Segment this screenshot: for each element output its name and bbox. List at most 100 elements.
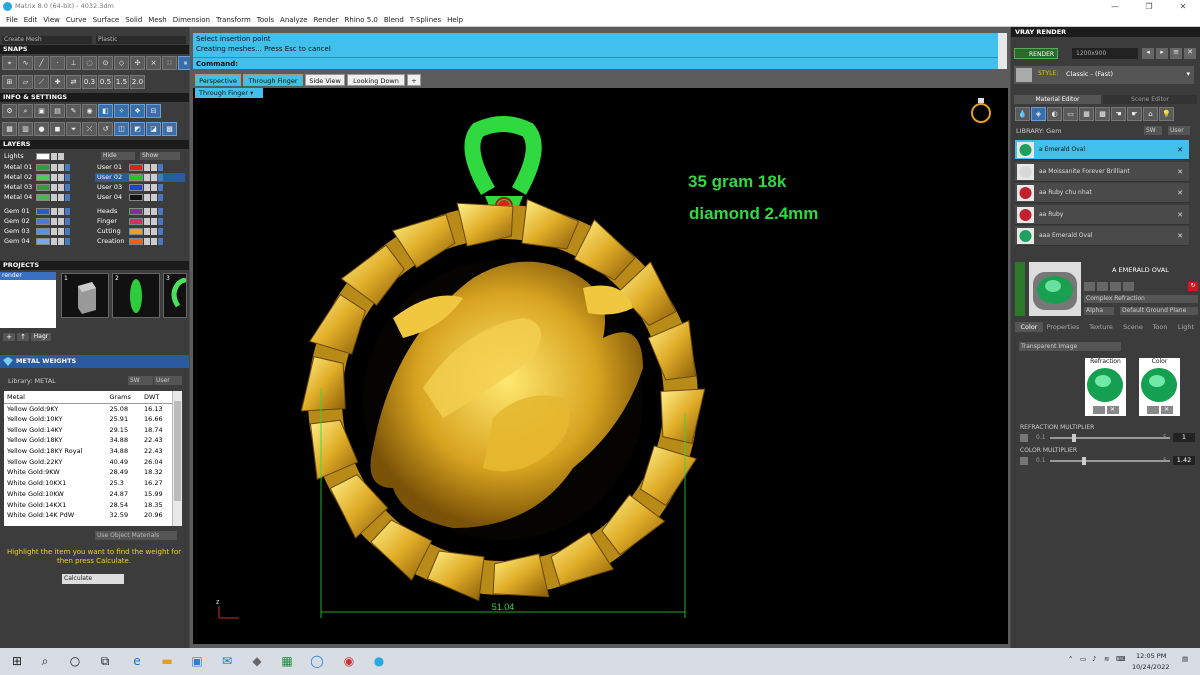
tag-icon[interactable]: ⌂ [1143, 107, 1158, 121]
render-button[interactable]: RENDER [1014, 48, 1058, 59]
menu-rhino[interactable]: Rhino 5.0 [342, 13, 381, 26]
tab-perspective[interactable]: Perspective [195, 74, 241, 86]
layer-lock-icon[interactable] [51, 218, 57, 225]
layer-visible-icon[interactable] [58, 208, 64, 215]
menu-solid[interactable]: Solid [122, 13, 145, 26]
ground-plane-dropdown[interactable]: Default Ground Plane [1120, 307, 1198, 315]
tray-chevron-icon[interactable]: ⌃ [1068, 655, 1073, 663]
layer-print-icon[interactable] [65, 184, 70, 191]
table-row[interactable]: Yellow Gold:9KY 25.08 16.13 [4, 403, 172, 414]
layer-row-right[interactable]: Creation [95, 237, 185, 246]
material-field[interactable]: Plastic [96, 36, 186, 44]
group-icon[interactable]: ❖ [130, 104, 145, 118]
show-button[interactable]: Show [140, 152, 180, 160]
layer-color-swatch[interactable] [129, 208, 143, 215]
mail-icon[interactable]: ✉ [218, 652, 236, 670]
layer-row-left[interactable]: Metal 04 [2, 193, 92, 202]
copy-icon[interactable] [1097, 282, 1108, 291]
layer-lock-icon[interactable] [51, 164, 57, 171]
view-split-icon[interactable]: ▥ [18, 122, 33, 136]
paint-icon[interactable]: ✎ [66, 104, 81, 118]
search-icon[interactable]: ⌕ [18, 104, 33, 118]
volume-icon[interactable]: ♪ [1092, 655, 1096, 663]
snapshot-icon[interactable]: ◩ [130, 122, 145, 136]
table-row[interactable]: Yellow Gold:22KY 40.49 26.04 [4, 456, 172, 467]
table-row[interactable]: Yellow Gold:14KY 29.15 18.74 [4, 424, 172, 435]
refresh-icon[interactable]: ↻ [1188, 282, 1198, 291]
layer-row-left[interactable]: Gem 03 [2, 227, 92, 236]
layer-lock-icon[interactable] [144, 218, 150, 225]
layer-lock-icon[interactable] [51, 228, 57, 235]
refraction-mode-dropdown[interactable]: Complex Refraction [1084, 295, 1198, 303]
user-toggle[interactable]: User [154, 376, 182, 385]
gem-material-icon[interactable]: ◈ [1031, 107, 1046, 121]
close-render-icon[interactable]: ✕ [1184, 48, 1196, 59]
keyboard-icon[interactable]: ⌨ [1116, 655, 1125, 663]
add-tab-button[interactable]: + [407, 74, 421, 86]
layer-lock-icon[interactable] [51, 184, 57, 191]
layer-print-icon[interactable] [65, 218, 70, 225]
layer-color-swatch[interactable] [36, 238, 50, 245]
layer-lock-icon[interactable] [51, 194, 57, 201]
refraction-value[interactable]: 1 [1173, 433, 1195, 442]
ortho-icon[interactable]: ⊞ [2, 75, 17, 89]
clock-date[interactable]: 10/24/2022 [1132, 663, 1169, 671]
remove-item-icon[interactable]: ✕ [1177, 162, 1183, 182]
layer-lock-icon[interactable] [144, 164, 150, 171]
lock-icon[interactable]: ⇄ [66, 75, 81, 89]
mesh-field[interactable]: Create Mesh [2, 36, 92, 44]
transform-icon[interactable]: ⤫ [82, 122, 97, 136]
layer-row-left[interactable]: Metal 02 [2, 173, 92, 182]
snap-center-icon[interactable]: ⊙ [98, 56, 113, 70]
layer-color-swatch[interactable] [36, 164, 50, 171]
preview-side-handle[interactable] [1015, 262, 1025, 316]
project-thumb-3[interactable]: 3 [163, 273, 189, 318]
maximize-button[interactable]: ❐ [1132, 0, 1166, 13]
snap-value-4[interactable]: 2.0 [130, 75, 145, 89]
color-slider[interactable]: 0.1 5 1.42 [1020, 456, 1196, 466]
material-icon[interactable]: ◧ [98, 104, 113, 118]
layer-lock-icon[interactable] [144, 194, 150, 201]
prev-icon[interactable]: ◂ [1142, 48, 1154, 59]
menu-help[interactable]: Help [444, 13, 466, 26]
layer-print-icon[interactable] [65, 228, 70, 235]
tab-light[interactable]: Light [1175, 322, 1197, 332]
history-icon[interactable]: ↺ [98, 122, 113, 136]
search-taskbar-icon[interactable]: ⌕ [36, 652, 54, 670]
layer-row-right[interactable]: User 02 [95, 173, 185, 182]
smart-track-icon[interactable]: ⟋ [34, 75, 49, 89]
viewport[interactable]: 51.04 35 gram 18k diamond 2.4mm z [193, 88, 1008, 644]
table-row[interactable]: Yellow Gold:18KY 34.88 22.43 [4, 435, 172, 446]
layer-print-icon[interactable] [158, 218, 163, 225]
layer-color-swatch[interactable] [36, 218, 50, 225]
gem-library-item[interactable]: aa Ruby chu nhat ✕ [1015, 183, 1189, 203]
menu-surface[interactable]: Surface [90, 13, 123, 26]
refraction-clear-icon[interactable]: ✕ [1106, 406, 1119, 414]
file-explorer-icon[interactable]: ▬ [158, 652, 176, 670]
layer-print-icon[interactable] [65, 238, 70, 245]
menu-file[interactable]: File [3, 13, 21, 26]
layer-lock-icon[interactable] [144, 184, 150, 191]
layer-visible-icon[interactable] [151, 228, 157, 235]
options-icon[interactable]: ≡ [1170, 48, 1182, 59]
calculate-button[interactable]: Calculate [62, 574, 124, 584]
layer-lock-icon[interactable] [144, 208, 150, 215]
settings-icon[interactable]: ⚙ [2, 104, 17, 118]
layer-row-right[interactable]: User 01 [95, 163, 185, 172]
layer-lock-icon[interactable] [144, 238, 150, 245]
layer-lock-icon[interactable] [51, 174, 57, 181]
layer-lock-icon[interactable] [51, 208, 57, 215]
tab-looking-down[interactable]: Looking Down [347, 74, 405, 86]
snap-curve-icon[interactable]: ∿ [18, 56, 33, 70]
project-list[interactable]: render [0, 272, 56, 328]
add-project-button[interactable]: + [3, 333, 15, 341]
refraction-slider-thumb[interactable] [1071, 434, 1076, 442]
wifi-icon[interactable]: ≋ [1104, 655, 1109, 663]
hagr-button[interactable]: Hagr [31, 333, 51, 341]
layer-print-icon[interactable] [158, 164, 163, 171]
alpha-field[interactable]: Alpha [1084, 307, 1114, 315]
gumball-icon[interactable]: ✚ [50, 75, 65, 89]
layer-visible-icon[interactable] [58, 153, 64, 160]
display-icon[interactable]: ◉ [82, 104, 97, 118]
layer-lock-icon[interactable] [51, 238, 57, 245]
